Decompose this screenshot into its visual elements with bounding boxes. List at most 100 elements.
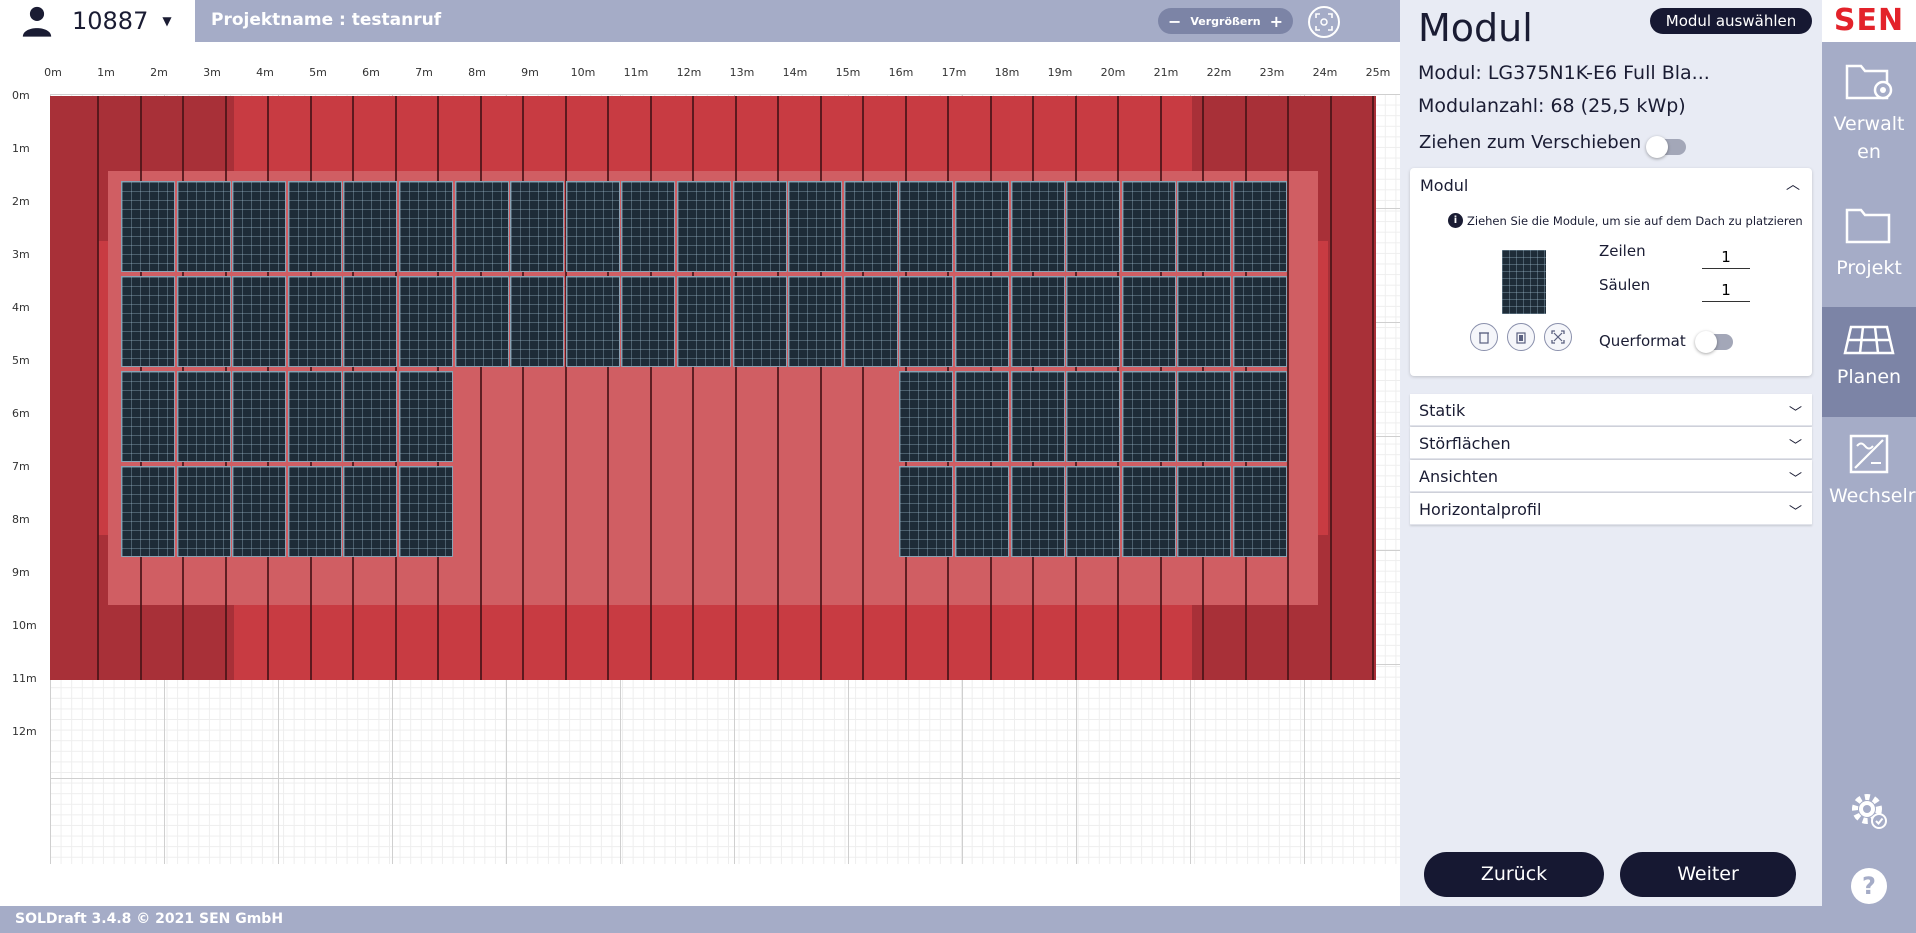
nav-item-verwalten[interactable]: Verwalten (1822, 60, 1916, 166)
columns-input[interactable] (1702, 278, 1750, 302)
solar-module[interactable] (121, 371, 175, 462)
select-module-button[interactable]: Modul auswählen (1650, 8, 1812, 34)
solar-module[interactable] (1066, 276, 1121, 367)
accordion-horizontalprofil[interactable]: Horizontalprofil ﹀ (1410, 493, 1812, 525)
solar-module[interactable] (1010, 371, 1065, 462)
solar-module[interactable] (399, 371, 453, 462)
accordion-statik[interactable]: Statik ﹀ (1410, 394, 1812, 426)
solar-module[interactable] (399, 466, 453, 557)
solar-module[interactable] (232, 181, 287, 272)
solar-module[interactable] (1010, 276, 1065, 367)
solar-module[interactable] (399, 181, 453, 272)
solar-module[interactable] (287, 466, 342, 557)
solar-module[interactable] (454, 276, 509, 367)
solar-module[interactable] (732, 181, 787, 272)
drag-to-move-toggle[interactable] (1646, 136, 1686, 158)
solar-module[interactable] (1066, 181, 1121, 272)
rows-input[interactable] (1702, 245, 1750, 269)
solar-module[interactable] (176, 276, 231, 367)
solar-module[interactable] (788, 181, 843, 272)
solar-module[interactable] (121, 466, 175, 557)
solar-module[interactable] (1066, 371, 1121, 462)
solar-module[interactable] (232, 466, 287, 557)
solar-module[interactable] (287, 371, 342, 462)
solar-module[interactable] (899, 466, 954, 557)
solar-module[interactable] (677, 276, 731, 367)
solar-module[interactable] (343, 181, 398, 272)
solar-module[interactable] (343, 466, 398, 557)
user-menu[interactable]: 10887 ▼ (0, 0, 195, 42)
accordion-ansichten[interactable]: Ansichten ﹀ (1410, 460, 1812, 492)
solar-module[interactable] (287, 276, 342, 367)
solar-module[interactable] (899, 276, 954, 367)
delete-module-button[interactable] (1470, 323, 1498, 351)
solar-module[interactable] (232, 276, 287, 367)
solar-module[interactable] (1121, 181, 1176, 272)
caret-down-icon[interactable]: ▼ (162, 14, 171, 28)
solar-module[interactable] (1177, 466, 1232, 557)
solar-module[interactable] (955, 276, 1009, 367)
solar-module[interactable] (843, 181, 898, 272)
solar-module[interactable] (1121, 276, 1176, 367)
solar-module[interactable] (1066, 466, 1121, 557)
accordion-stoerflaechen[interactable]: Störflächen ﹀ (1410, 427, 1812, 459)
solar-module[interactable] (1010, 181, 1065, 272)
module-preview[interactable] (1502, 250, 1546, 314)
solar-module[interactable] (788, 276, 843, 367)
chevron-up-icon[interactable]: ︿ (1786, 174, 1800, 194)
solar-module[interactable] (732, 276, 787, 367)
solar-module[interactable] (1121, 371, 1176, 462)
solar-module[interactable] (399, 276, 453, 367)
solar-module[interactable] (677, 181, 731, 272)
solar-module[interactable] (955, 181, 1009, 272)
solar-module[interactable] (176, 466, 231, 557)
solar-module[interactable] (565, 276, 620, 367)
solar-module[interactable] (1177, 371, 1232, 462)
solar-module[interactable] (1233, 371, 1287, 462)
solar-module[interactable] (621, 181, 676, 272)
zoom-in-button[interactable]: + (1270, 12, 1283, 31)
solar-module[interactable] (1177, 181, 1232, 272)
solar-module[interactable] (899, 371, 954, 462)
solar-module[interactable] (899, 181, 954, 272)
solar-module[interactable] (343, 276, 398, 367)
folder-settings-icon (1845, 64, 1893, 100)
modul-section-header[interactable]: Modul (1420, 176, 1468, 195)
landscape-toggle[interactable] (1695, 331, 1733, 353)
next-button[interactable]: Weiter (1620, 852, 1796, 897)
fit-modules-button[interactable] (1544, 323, 1572, 351)
roof-canvas[interactable]: 0m 1m 2m 3m 4m 5m 6m 7m 8m 9m 10m 11m 12m 13m 14m 15m 16… (0, 42, 1400, 906)
solar-module[interactable] (843, 276, 898, 367)
delete-all-button[interactable] (1507, 323, 1535, 351)
help-button[interactable]: ? (1851, 868, 1887, 904)
solar-module[interactable] (1010, 466, 1065, 557)
solar-module[interactable] (454, 181, 509, 272)
solar-module[interactable] (1121, 466, 1176, 557)
solar-module[interactable] (287, 181, 342, 272)
solar-module[interactable] (955, 466, 1009, 557)
solar-module[interactable] (1177, 276, 1232, 367)
zoom-label: Vergrößern (1190, 14, 1261, 28)
nav-item-wechselrichter[interactable]: Wechselrichter (1822, 432, 1916, 510)
back-button[interactable]: Zurück (1424, 852, 1604, 897)
settings-button[interactable] (1848, 790, 1890, 836)
solar-module[interactable] (1233, 276, 1287, 367)
solar-module[interactable] (343, 371, 398, 462)
solar-module[interactable] (510, 276, 565, 367)
solar-module[interactable] (121, 181, 175, 272)
solar-module[interactable] (510, 181, 565, 272)
solar-module[interactable] (955, 371, 1009, 462)
roof-surface[interactable] (50, 96, 1376, 680)
solar-module[interactable] (1233, 466, 1287, 557)
solar-module[interactable] (232, 371, 287, 462)
solar-module[interactable] (1233, 181, 1287, 272)
solar-module[interactable] (621, 276, 676, 367)
solar-module[interactable] (121, 276, 175, 367)
nav-item-projekt[interactable]: Projekt (1822, 204, 1916, 282)
solar-module[interactable] (176, 181, 231, 272)
solar-module[interactable] (565, 181, 620, 272)
zoom-out-button[interactable]: − (1168, 12, 1181, 31)
nav-item-planen[interactable]: Planen (1822, 323, 1916, 391)
solar-module[interactable] (176, 371, 231, 462)
fit-view-button[interactable] (1308, 6, 1340, 38)
